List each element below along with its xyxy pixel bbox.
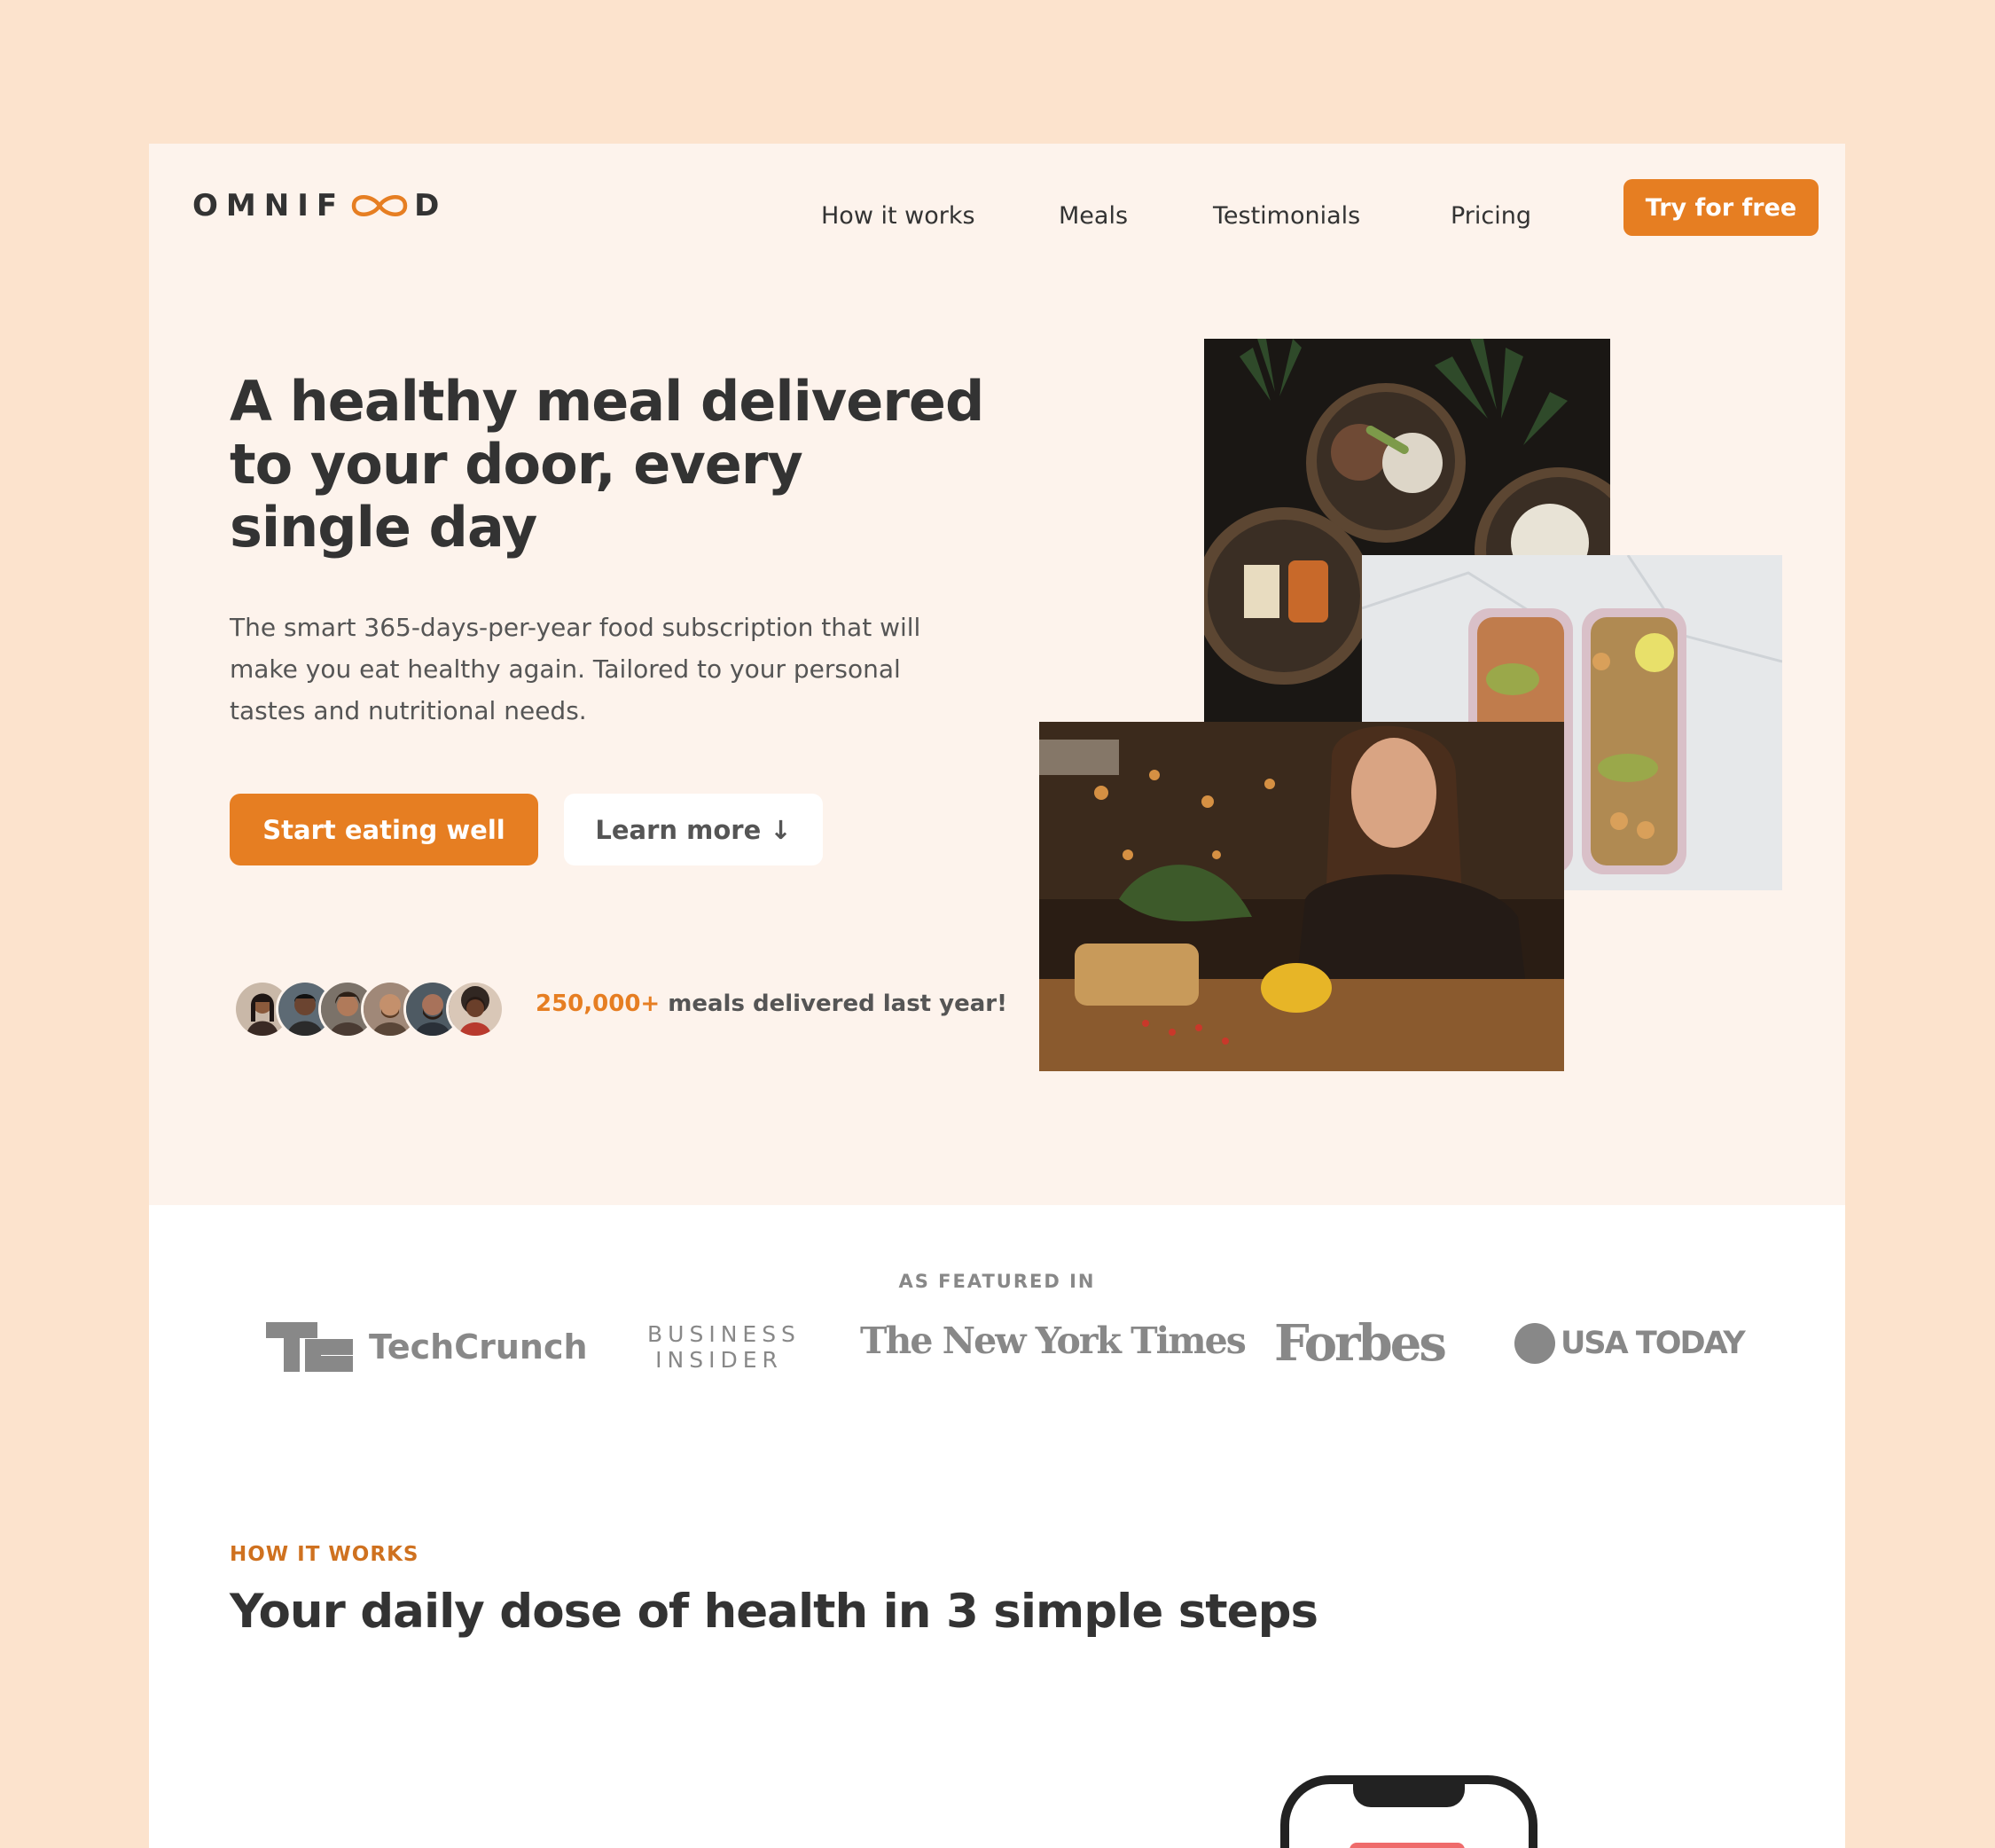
- how-it-works-heading: Your daily dose of health in 3 simple st…: [230, 1585, 1318, 1639]
- phone-mockup: [1280, 1775, 1537, 1848]
- hero-description: The smart 365-days-per-year food subscri…: [230, 613, 921, 725]
- phone-notch: [1353, 1781, 1465, 1807]
- featured-in-label: AS FEATURED IN: [898, 1271, 1096, 1292]
- hero-section: OMNIF D How it works Meals Testimonials …: [149, 144, 1845, 1205]
- nav-link-meals[interactable]: Meals: [1059, 202, 1128, 230]
- usa-today-logo: USA TODAY: [1514, 1323, 1746, 1364]
- try-for-free-button[interactable]: Try for free: [1623, 179, 1819, 236]
- new-york-times-logo: The New York Times: [860, 1319, 1247, 1362]
- business-insider-logo: BUSINESS INSIDER: [647, 1321, 801, 1373]
- customer-avatars: [233, 980, 517, 1038]
- usa-today-dot-icon: [1514, 1323, 1555, 1364]
- learn-more-button[interactable]: Learn more ↓: [564, 794, 823, 865]
- main-nav: How it works Meals Testimonials Pricing: [149, 184, 1845, 248]
- phone-app-button: [1350, 1843, 1465, 1848]
- usa-today-wordmark: USA TODAY: [1561, 1326, 1746, 1361]
- nav-link-how-it-works[interactable]: How it works: [821, 202, 975, 230]
- techcrunch-mark-icon: [266, 1322, 353, 1372]
- how-it-works-subheading: HOW IT WORKS: [230, 1543, 419, 1566]
- hero-title: A healthy meal delivered to your door, e…: [230, 369, 984, 560]
- techcrunch-logo: TechCrunch: [266, 1322, 588, 1372]
- meals-delivered-text: 250,000+ meals delivered last year!: [536, 991, 1007, 1017]
- avatar: [446, 980, 505, 1038]
- landing-page: OMNIF D How it works Meals Testimonials …: [149, 144, 1845, 1848]
- forbes-logo: Forbes: [1274, 1314, 1447, 1373]
- woman-eating-image: [1039, 722, 1564, 1071]
- start-eating-well-button[interactable]: Start eating well: [230, 794, 538, 865]
- nav-link-pricing[interactable]: Pricing: [1451, 202, 1531, 230]
- techcrunch-wordmark: TechCrunch: [369, 1327, 588, 1366]
- nav-link-testimonials[interactable]: Testimonials: [1213, 202, 1360, 230]
- business-insider-line-2: INSIDER: [655, 1347, 783, 1373]
- business-insider-line-1: BUSINESS: [647, 1321, 801, 1347]
- meals-delivered-count: 250,000+: [536, 991, 661, 1017]
- meals-delivered-caption: meals delivered last year!: [660, 991, 1007, 1017]
